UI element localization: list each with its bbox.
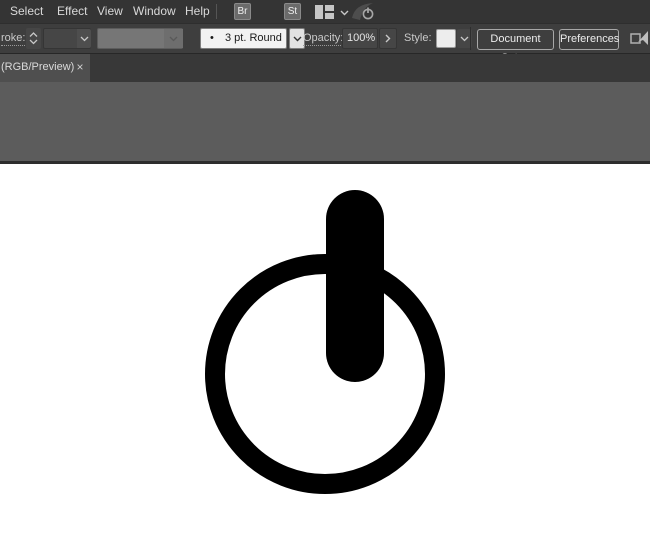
menu-divider <box>216 4 217 19</box>
opacity-input[interactable]: 100% <box>342 28 378 49</box>
document-tab-bar: (RGB/Preview) × <box>0 54 650 82</box>
preferences-button[interactable]: Preferences <box>559 29 619 50</box>
panel-pin-icon[interactable] <box>630 29 650 49</box>
brushes-panel-button[interactable]: Br <box>234 3 251 20</box>
menu-item-window[interactable]: Window <box>133 0 176 23</box>
power-symbol-cursor-icon <box>351 1 379 22</box>
document-tab-label: (RGB/Preview) <box>1 61 74 73</box>
artboard-canvas[interactable] <box>0 164 650 543</box>
stroke-weight-chevron-down-icon[interactable] <box>77 29 91 48</box>
style-label: Style: <box>404 32 432 44</box>
style-swatch[interactable] <box>436 29 456 48</box>
brush-preview-dot-icon: • <box>210 29 214 48</box>
workspace-chevron-down-icon[interactable] <box>339 9 349 16</box>
brush-definition-label: 3 pt. Round <box>225 29 282 48</box>
menu-item-help[interactable]: Help <box>185 0 210 23</box>
control-divider <box>470 27 471 50</box>
tab-close-icon[interactable]: × <box>74 60 86 74</box>
menu-item-select[interactable]: Select <box>10 0 43 23</box>
menu-item-effect[interactable]: Effect <box>57 0 87 23</box>
brush-definition-select[interactable]: • 3 pt. Round <box>200 28 287 49</box>
width-profile-select[interactable] <box>97 28 183 49</box>
stepper-up-icon[interactable] <box>29 32 38 38</box>
stroke-weight-select[interactable] <box>43 28 91 49</box>
menu-item-view[interactable]: View <box>97 0 123 23</box>
opacity-chevron-right-icon[interactable] <box>379 28 397 49</box>
power-icon-bar[interactable] <box>326 190 384 382</box>
pasteboard <box>0 82 650 161</box>
stroke-weight-stepper[interactable] <box>26 28 41 49</box>
control-bar: roke: • 3 pt. Round Opacity: 100% Style:… <box>0 23 650 54</box>
stroke-label[interactable]: roke: <box>1 32 25 46</box>
document-tab[interactable]: (RGB/Preview) × <box>0 54 90 82</box>
width-profile-chevron-down-icon[interactable] <box>164 29 183 48</box>
menu-bar: Select Effect View Window Help Br St <box>0 0 650 23</box>
stepper-down-icon[interactable] <box>29 39 38 45</box>
power-icon-ring[interactable] <box>215 264 435 484</box>
opacity-label[interactable]: Opacity: <box>303 32 343 46</box>
document-setup-button[interactable]: Document Setup <box>477 29 554 50</box>
graphic-styles-panel-button[interactable]: St <box>284 3 301 20</box>
power-icon-artwork[interactable] <box>0 164 650 543</box>
workspace-layout-icon[interactable] <box>315 5 334 19</box>
